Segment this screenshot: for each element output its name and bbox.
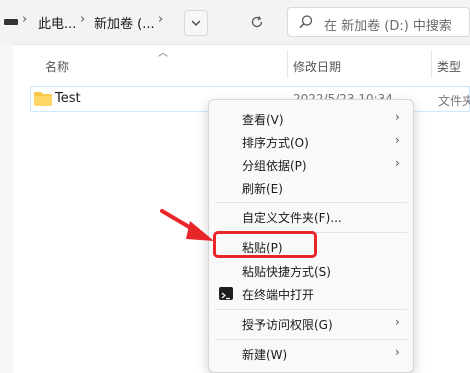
refresh-button[interactable]: [246, 10, 268, 34]
submenu-arrow-icon: ›: [395, 110, 400, 124]
menu-item-label: 新建(W): [242, 348, 288, 362]
file-name: Test: [55, 91, 81, 106]
highlight-box: [213, 231, 317, 258]
column-header-name[interactable]: 名称: [45, 58, 69, 75]
menu-item-label: 分组依据(P): [242, 159, 307, 173]
menu-item-label: 刷新(E): [242, 182, 283, 196]
menu-item-open-terminal[interactable]: 在终端中打开: [209, 283, 413, 305]
menu-item-refresh[interactable]: 刷新(E): [209, 177, 413, 199]
submenu-arrow-icon: ›: [395, 133, 400, 147]
terminal-icon: [219, 287, 233, 300]
menu-item-label: 粘贴快捷方式(S): [242, 265, 331, 279]
search-icon: [299, 15, 313, 29]
column-header-modified[interactable]: 修改日期: [293, 58, 341, 75]
menu-item-label: 自定义文件夹(F)...: [242, 211, 342, 225]
menu-item-paste-shortcut[interactable]: 粘贴快捷方式(S): [209, 260, 413, 282]
breadcrumb-volume[interactable]: 新加卷 (...: [94, 13, 155, 32]
chevron-right-icon[interactable]: ›: [158, 12, 163, 27]
submenu-arrow-icon: ›: [395, 156, 400, 170]
search-placeholder: 在 新加卷 (D:) 中搜索: [324, 19, 452, 34]
submenu-arrow-icon: ›: [395, 345, 400, 359]
menu-item-label: 排序方式(O): [242, 136, 309, 150]
refresh-icon: [251, 16, 263, 28]
chevron-right-icon: ›: [22, 12, 28, 27]
menu-item-label: 在终端中打开: [242, 288, 315, 302]
menu-separator: [215, 339, 407, 340]
menu-item-sort[interactable]: 排序方式(O) ›: [209, 131, 413, 153]
chevron-down-icon: [191, 20, 201, 26]
column-divider[interactable]: [431, 50, 432, 78]
file-type: 文件夹: [438, 94, 470, 108]
navigation-pane-edge: [0, 44, 14, 373]
menu-item-label: 查看(V): [242, 113, 284, 127]
sort-caret-icon: ︿: [158, 48, 168, 59]
menu-item-grant-access[interactable]: 授予访问权限(G) ›: [209, 313, 413, 335]
menu-item-customize-folder[interactable]: 自定义文件夹(F)...: [209, 206, 413, 228]
address-dropdown-button[interactable]: [184, 10, 208, 36]
drive-icon: [4, 19, 18, 25]
menu-item-label: 授予访问权限(G): [242, 318, 333, 332]
column-header-type[interactable]: 类型: [437, 58, 461, 75]
breadcrumb-this-pc[interactable]: 此电...: [38, 13, 76, 32]
column-divider[interactable]: [287, 50, 288, 78]
submenu-arrow-icon: ›: [395, 315, 400, 329]
search-input[interactable]: 在 新加卷 (D:) 中搜索: [287, 7, 470, 37]
menu-separator: [215, 309, 407, 310]
address-toolbar: › 此电... › 新加卷 (... › 在 新加卷 (D:) 中搜索: [0, 0, 470, 45]
menu-item-new[interactable]: 新建(W) ›: [209, 343, 413, 365]
menu-item-group[interactable]: 分组依据(P) ›: [209, 154, 413, 176]
menu-separator: [215, 202, 407, 203]
chevron-right-icon: ›: [80, 12, 86, 27]
menu-item-view[interactable]: 查看(V) ›: [209, 108, 413, 130]
folder-icon: [34, 92, 52, 106]
annotation-arrow-icon: [160, 209, 214, 241]
